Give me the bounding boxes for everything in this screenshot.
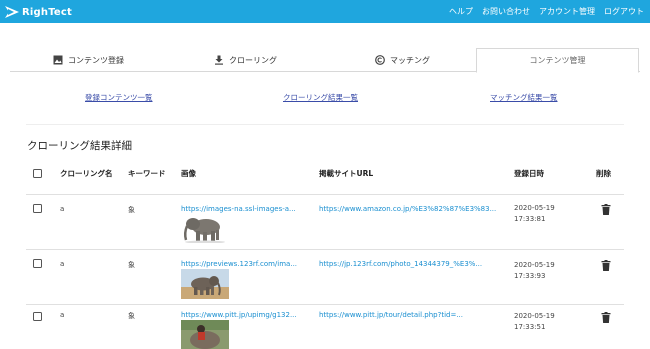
column-header-image: 画像 xyxy=(181,169,196,178)
registered-datetime: 2020-05-19 17:33:93 xyxy=(514,260,555,282)
main-tabs: コンテンツ登録 クローリング マッチング コンテンツ管理 xyxy=(10,48,640,73)
delete-trash-icon[interactable] xyxy=(601,204,611,215)
header-divider xyxy=(26,194,624,195)
keyword: 象 xyxy=(128,261,135,269)
link-matching-results[interactable]: マッチング結果一覧 xyxy=(490,92,558,103)
row-divider xyxy=(26,249,624,250)
image-url-link[interactable]: https://previews.123rf.com/ima... xyxy=(181,260,297,268)
column-header-delete: 削除 xyxy=(596,169,611,178)
row-divider xyxy=(26,304,624,305)
divider xyxy=(26,124,624,125)
site-url-link[interactable]: https://jp.123rf.com/photo_14344379_%E3%… xyxy=(319,260,482,268)
delete-trash-icon[interactable] xyxy=(601,312,611,323)
keyword: 象 xyxy=(128,312,135,320)
registered-datetime: 2020-05-19 17:33:51 xyxy=(514,311,555,333)
column-header-date: 登録日時 xyxy=(514,169,544,178)
image-icon xyxy=(53,55,63,65)
sub-links: 登録コンテンツ一覧 クローリング結果一覧 マッチング結果一覧 xyxy=(0,92,650,104)
elephant-thumbnail[interactable] xyxy=(181,213,229,243)
copyright-icon xyxy=(375,55,385,65)
registered-date: 2020-05-19 xyxy=(514,312,555,320)
crawling-name: a xyxy=(60,260,65,268)
top-bar: RighTect ヘルプ お問い合わせ アカウント管理 ログアウト xyxy=(0,0,650,23)
registered-datetime: 2020-05-19 17:33:81 xyxy=(514,203,555,225)
tab-content-register[interactable]: コンテンツ登録 xyxy=(10,48,167,72)
nav-contact[interactable]: お問い合わせ xyxy=(482,6,530,17)
select-all-checkbox[interactable] xyxy=(33,169,42,178)
crawling-name: a xyxy=(60,311,65,319)
row-checkbox[interactable] xyxy=(33,312,42,321)
tab-crawling[interactable]: クローリング xyxy=(167,48,324,72)
top-nav: ヘルプ お問い合わせ アカウント管理 ログアウト xyxy=(440,0,644,23)
keyword: 象 xyxy=(128,206,135,214)
tab-label: マッチング xyxy=(390,55,430,65)
page-title: クローリング結果詳細 xyxy=(27,140,132,152)
tab-label: コンテンツ管理 xyxy=(529,56,586,65)
row-checkbox[interactable] xyxy=(33,204,42,213)
elephant-thumbnail[interactable] xyxy=(181,320,229,349)
column-header-site-url: 掲載サイトURL xyxy=(319,169,374,178)
registered-date: 2020-05-19 xyxy=(514,204,555,212)
registered-time: 17:33:51 xyxy=(514,323,546,331)
tab-matching[interactable]: マッチング xyxy=(324,48,481,72)
link-registered-contents[interactable]: 登録コンテンツ一覧 xyxy=(85,92,153,103)
row-checkbox[interactable] xyxy=(33,259,42,268)
registered-time: 17:33:93 xyxy=(514,272,546,280)
registered-time: 17:33:81 xyxy=(514,215,546,223)
site-url-link[interactable]: https://www.pitt.jp/tour/detail.php?tid=… xyxy=(319,311,463,319)
nav-logout[interactable]: ログアウト xyxy=(604,6,644,17)
column-header-crawling-name: クローリング名 xyxy=(60,169,113,178)
brand-logo[interactable]: RighTect xyxy=(5,4,72,20)
image-url-link[interactable]: https://images-na.ssl-images-a... xyxy=(181,205,296,213)
brand-name: RighTect xyxy=(22,6,72,18)
site-url-link[interactable]: https://www.amazon.co.jp/%E3%82%87%E3%83… xyxy=(319,205,496,213)
tab-label: コンテンツ登録 xyxy=(68,55,124,65)
image-url-link[interactable]: https://www.pitt.jp/upimg/g132... xyxy=(181,311,297,319)
registered-date: 2020-05-19 xyxy=(514,261,555,269)
tab-label: クローリング xyxy=(229,55,277,65)
tab-content-management[interactable]: コンテンツ管理 xyxy=(476,48,639,73)
delete-trash-icon[interactable] xyxy=(601,260,611,271)
download-icon xyxy=(215,55,223,65)
column-header-keyword: キーワード xyxy=(128,169,166,178)
link-crawling-results[interactable]: クローリング結果一覧 xyxy=(283,92,358,103)
logo-icon xyxy=(5,6,19,18)
crawling-name: a xyxy=(60,205,65,213)
nav-account[interactable]: アカウント管理 xyxy=(539,6,595,17)
nav-help[interactable]: ヘルプ xyxy=(449,6,473,17)
elephant-thumbnail[interactable] xyxy=(181,269,229,299)
